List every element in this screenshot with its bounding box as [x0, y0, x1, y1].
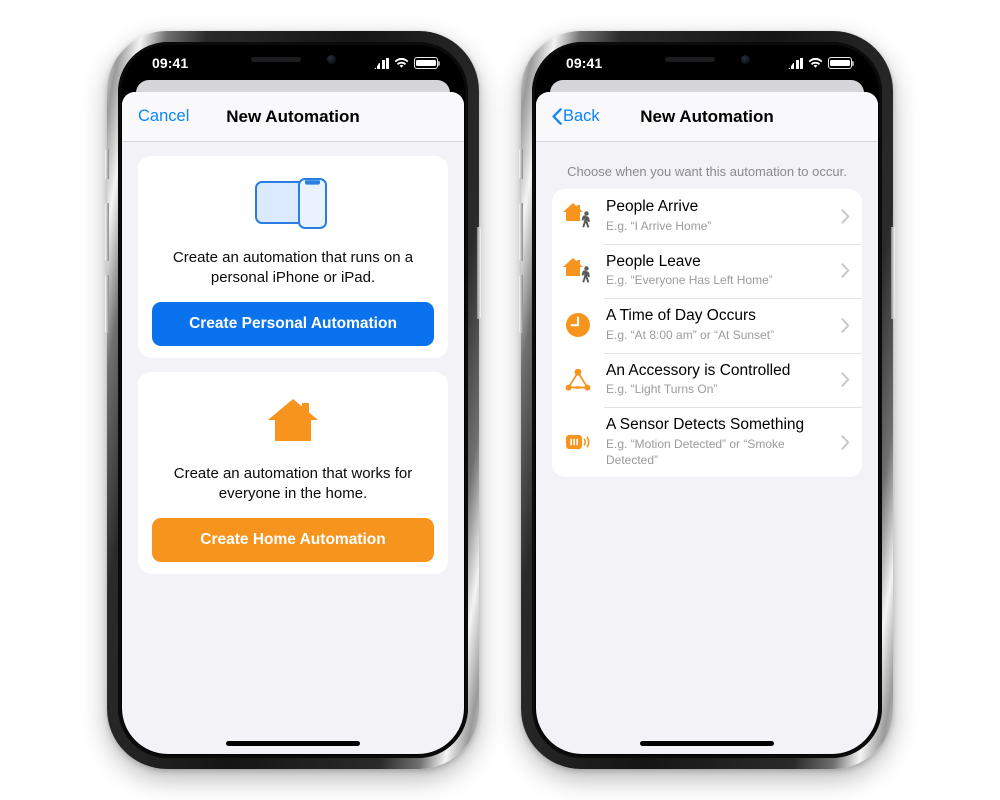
house-person-leave-icon: [562, 255, 594, 287]
chevron-right-icon: [841, 434, 850, 450]
volume-down-button-right[interactable]: [519, 275, 523, 333]
list-item-people-leave[interactable]: People Leave E.g. “Everyone Has Left Hom…: [552, 243, 862, 299]
volume-up-button[interactable]: [105, 203, 109, 261]
list-item-subtitle: E.g. “Light Turns On”: [606, 382, 718, 397]
house-icon: [152, 388, 434, 452]
list-item-title: A Sensor Detects Something: [606, 416, 805, 433]
front-camera-icon: [326, 55, 336, 64]
cancel-button[interactable]: Cancel: [138, 107, 189, 126]
volume-up-button-right[interactable]: [519, 203, 523, 261]
volume-down-button[interactable]: [105, 275, 109, 333]
personal-automation-card: Create an automation that runs on a pers…: [138, 156, 448, 358]
list-item-text: People Arrive E.g. “I Arrive Home”: [606, 198, 829, 235]
chevron-right-icon: [841, 263, 850, 278]
list-item-text: A Sensor Detects Something E.g. “Motion …: [606, 416, 829, 468]
home-indicator-right[interactable]: [640, 741, 774, 746]
power-button[interactable]: [477, 227, 481, 319]
earpiece-speaker-right: [664, 57, 715, 62]
status-indicators: [372, 57, 441, 69]
battery-full-icon: [828, 57, 855, 69]
nav-bar-right: Back New Automation: [536, 92, 878, 142]
personal-automation-description: Create an automation that runs on a pers…: [172, 249, 414, 287]
phone-right-body: 09:41 Back New Automation Choose when yo…: [532, 42, 882, 758]
chevron-left-icon: [552, 108, 562, 125]
chevron-right-icon: [841, 318, 850, 333]
home-automation-card: Create an automation that works for ever…: [138, 371, 448, 574]
power-button-right[interactable]: [891, 227, 895, 319]
list-item-subtitle: E.g. “At 8:00 am” or “At Sunset”: [606, 327, 775, 342]
status-indicators-right: [786, 57, 855, 69]
home-automation-description: Create an automation that works for ever…: [173, 464, 413, 503]
screenshot-stage: 09:41 Cancel New Automation Create an au…: [0, 0, 1000, 800]
phone-left-body: 09:41 Cancel New Automation Create an au…: [118, 42, 468, 758]
list-item-people-arrive[interactable]: People Arrive E.g. “I Arrive Home”: [552, 189, 862, 244]
list-item-title: A Time of Day Occurs: [606, 307, 756, 324]
list-item-text: People Leave E.g. “Everyone Has Left Hom…: [606, 253, 829, 290]
trigger-list: People Arrive E.g. “I Arrive Home” Peopl…: [552, 189, 862, 478]
chevron-right-icon: [841, 372, 850, 387]
list-item-subtitle: E.g. “Everyone Has Left Home”: [606, 273, 773, 288]
notch: [205, 46, 381, 73]
list-item-time-of-day[interactable]: A Time of Day Occurs E.g. “At 8:00 am” o…: [552, 298, 862, 353]
earpiece-speaker: [250, 57, 301, 62]
phone-right: 09:41 Back New Automation Choose when yo…: [519, 31, 895, 769]
modal-sheet-left: Cancel New Automation Create an automati…: [122, 92, 464, 754]
list-caption: Choose when you want this automation to …: [567, 164, 847, 179]
list-item-title: An Accessory is Controlled: [606, 361, 791, 379]
house-person-arrive-icon: [562, 200, 594, 232]
notch-right: [619, 46, 795, 73]
home-indicator-left[interactable]: [226, 741, 360, 746]
list-item-accessory-controlled[interactable]: An Accessory is Controlled E.g. “Light T…: [552, 352, 862, 408]
list-item-text: An Accessory is Controlled E.g. “Light T…: [606, 362, 829, 399]
status-time: 09:41: [152, 55, 189, 71]
wifi-icon: [808, 57, 823, 69]
list-item-subtitle: E.g. “Motion Detected” or “Smoke Detecte…: [606, 436, 785, 467]
phone-left: 09:41 Cancel New Automation Create an au…: [105, 31, 481, 769]
wifi-icon: [394, 57, 409, 69]
back-button[interactable]: Back: [552, 107, 600, 126]
phone-left-screen: 09:41 Cancel New Automation Create an au…: [122, 46, 464, 754]
modal-sheet-right: Back New Automation Choose when you want…: [536, 92, 878, 754]
cancel-label: Cancel: [138, 107, 190, 125]
battery-full-icon: [414, 57, 441, 69]
front-camera-icon-right: [740, 55, 750, 64]
list-item-subtitle: E.g. “I Arrive Home”: [606, 218, 712, 233]
mute-switch[interactable]: [105, 149, 109, 179]
ipad-iphone-icon: [152, 172, 434, 236]
list-item-title: People Leave: [606, 252, 701, 270]
create-home-automation-button[interactable]: Create Home Automation: [152, 517, 434, 562]
list-item-sensor-detects[interactable]: A Sensor Detects Something E.g. “Motion …: [552, 407, 862, 477]
sheet-body-left: Create an automation that runs on a pers…: [122, 142, 464, 754]
phone-right-screen: 09:41 Back New Automation Choose when yo…: [536, 46, 878, 754]
mute-switch-right[interactable]: [519, 149, 523, 179]
list-item-text: A Time of Day Occurs E.g. “At 8:00 am” o…: [606, 307, 829, 344]
chevron-right-icon: [841, 209, 850, 224]
sheet-body-right: Choose when you want this automation to …: [536, 142, 878, 754]
nav-bar-left: Cancel New Automation: [122, 92, 464, 142]
sensor-icon: [562, 426, 594, 458]
back-label: Back: [563, 107, 600, 125]
accessory-hub-icon: [562, 364, 594, 396]
clock-icon: [562, 309, 594, 341]
status-time-right: 09:41: [566, 55, 603, 71]
list-item-title: People Arrive: [606, 198, 699, 215]
create-personal-automation-button[interactable]: Create Personal Automation: [152, 301, 434, 346]
